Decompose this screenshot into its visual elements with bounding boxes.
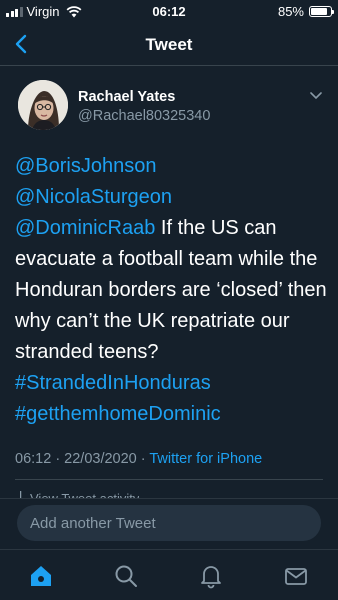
author-handle[interactable]: @Rachael80325340 (78, 108, 210, 124)
hashtag-link[interactable]: #StrandedInHonduras (15, 372, 211, 394)
page-title: Tweet (145, 35, 193, 54)
tweet-body: evacuate a football team while the Hondu… (15, 248, 327, 363)
tweet-source-link[interactable]: Twitter for iPhone (149, 451, 262, 467)
chevron-down-icon[interactable] (310, 92, 322, 100)
add-tweet-input[interactable]: Add another Tweet (17, 505, 321, 541)
tab-search[interactable] (113, 563, 139, 589)
status-bar: Virgin 06:12 85% (0, 0, 338, 24)
tab-messages[interactable] (283, 563, 309, 589)
mention-link[interactable]: @BorisJohnson (15, 155, 156, 177)
battery-fill (311, 8, 328, 15)
battery-percent: 85% (277, 4, 304, 19)
mail-icon (285, 568, 307, 585)
avatar[interactable] (18, 80, 68, 130)
search-icon (115, 565, 137, 587)
nav-bar: Tweet (0, 24, 338, 66)
tab-home[interactable] (28, 563, 54, 589)
home-icon (31, 566, 51, 586)
bell-icon (201, 566, 221, 589)
tab-notifications[interactable] (198, 563, 224, 589)
battery-icon (309, 6, 334, 17)
tab-bar (0, 549, 338, 600)
avatar-image (18, 80, 68, 130)
author-name[interactable]: Rachael Yates (78, 89, 175, 105)
tweet-body-start: If the US can (155, 217, 277, 239)
reply-bar: Add another Tweet (0, 498, 338, 549)
status-right: 85% (277, 4, 334, 19)
tweet-text: @BorisJohnson @NicolaSturgeon @DominicRa… (15, 151, 327, 430)
divider (15, 479, 323, 480)
tweet-meta: 06:12 · 22/03/2020 · Twitter for iPhone (15, 451, 262, 467)
tweet-timestamp: 06:12 · 22/03/2020 · (15, 451, 150, 467)
mention-link[interactable]: @NicolaSturgeon (15, 186, 172, 208)
mention-link[interactable]: @DominicRaab (15, 217, 155, 239)
hashtag-link[interactable]: #getthemhomeDominic (15, 403, 221, 425)
